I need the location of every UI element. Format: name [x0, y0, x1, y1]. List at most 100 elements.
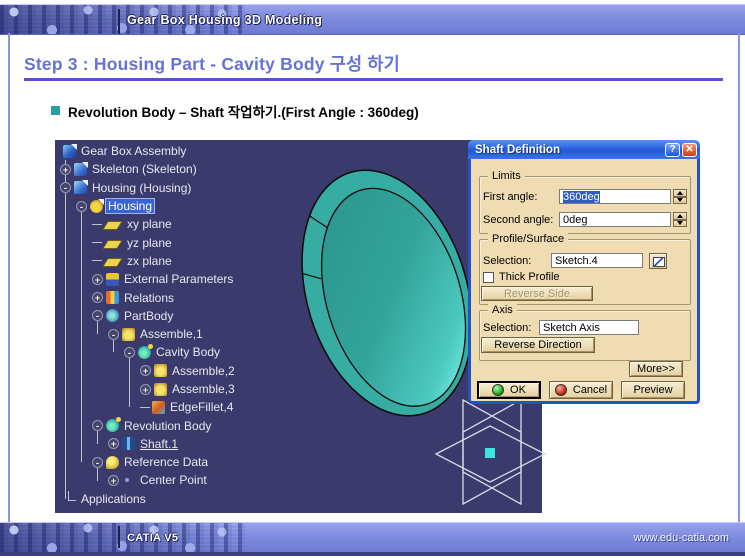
footer-link[interactable]: www.edu-catia.com — [634, 523, 729, 553]
body-icon — [138, 346, 151, 359]
assemble-icon — [122, 328, 135, 341]
axis-selection-label: Selection: — [483, 322, 531, 334]
assemble-icon — [154, 364, 167, 377]
tree-item-label: Revolution Body — [122, 419, 213, 433]
cancel-icon — [555, 384, 567, 396]
thick-profile-checkbox[interactable] — [483, 272, 494, 283]
collapse-icon[interactable]: - — [108, 329, 119, 340]
tree-item-revolution-body[interactable]: - Revolution Body — [59, 416, 542, 434]
second-angle-spinner[interactable] — [673, 212, 687, 227]
tree-item-label: External Parameters — [122, 272, 235, 286]
collapse-icon[interactable]: - — [76, 201, 87, 212]
tree-item-label: Applications — [79, 492, 148, 506]
reference-icon — [106, 456, 119, 469]
step-title: Step 3 : Housing Part - Cavity Body 구성 하… — [24, 51, 400, 76]
collapse-icon[interactable]: - — [92, 310, 103, 321]
expand-icon[interactable]: + — [140, 365, 151, 376]
plane-icon — [102, 240, 123, 249]
help-icon[interactable]: ? — [665, 143, 680, 157]
axis-group: Axis — [479, 310, 691, 361]
tree-item-label: Reference Data — [122, 455, 210, 469]
expand-icon[interactable]: + — [92, 292, 103, 303]
tree-item-label: yz plane — [125, 236, 174, 250]
shaft-definition-dialog: Shaft Definition ? ✕ Limits First angle:… — [468, 140, 700, 404]
footer-left-text: CATIA V5 — [127, 523, 178, 553]
collapse-icon[interactable]: - — [60, 182, 71, 193]
bottom-strip — [0, 552, 745, 556]
tree-item-label: PartBody — [122, 309, 175, 323]
tree-item-shaft-1[interactable]: + Shaft.1 — [59, 435, 542, 453]
assembly-icon — [63, 145, 76, 158]
reverse-side-button: Reverse Side — [481, 286, 593, 301]
tree-item-label: Housing (Housing) — [90, 181, 193, 195]
sketch-icon[interactable] — [649, 253, 667, 269]
left-frame-line — [8, 33, 10, 522]
header-separator — [118, 9, 120, 34]
expand-icon[interactable]: + — [108, 438, 119, 449]
expand-icon[interactable]: + — [92, 274, 103, 285]
cancel-button[interactable]: Cancel — [549, 381, 613, 399]
preview-button[interactable]: Preview — [621, 381, 685, 399]
bullet-text: Revolution Body – Shaft 작업하기.(First Angl… — [68, 101, 419, 121]
tree-item-label: Gear Box Assembly — [79, 144, 188, 158]
tree-item-label: EdgeFillet,4 — [168, 400, 235, 414]
collapse-icon[interactable]: - — [124, 347, 135, 358]
relations-icon — [106, 291, 119, 304]
ok-icon — [492, 384, 504, 396]
collapse-icon[interactable]: - — [92, 420, 103, 431]
tree-item-label: Center Point — [138, 473, 209, 487]
header-band: Gear Box Housing 3D Modeling — [0, 4, 745, 35]
axis-selection-input[interactable]: Sketch Axis — [539, 320, 639, 335]
tree-item-label: Assemble,1 — [138, 327, 205, 341]
tree-item-label-selected: Housing — [106, 199, 154, 213]
collapse-icon[interactable]: - — [92, 457, 103, 468]
tree-connector — [92, 224, 102, 225]
expand-icon[interactable]: + — [108, 475, 119, 486]
profile-selection-input[interactable]: Sketch.4 — [551, 253, 643, 268]
expand-icon[interactable]: + — [140, 384, 151, 395]
ok-button[interactable]: OK — [477, 381, 541, 399]
tree-item-applications[interactable]: Applications — [59, 490, 542, 508]
tree-connector — [68, 491, 76, 501]
assemble-icon — [154, 383, 167, 396]
tree-item-center-point[interactable]: + Center Point — [59, 471, 542, 489]
first-angle-spinner[interactable] — [673, 189, 687, 204]
slide: Gear Box Housing 3D Modeling Step 3 : Ho… — [0, 0, 745, 558]
part-icon — [74, 163, 87, 176]
tree-item-label: Cavity Body — [154, 345, 222, 359]
tree-item-label: Assemble,3 — [170, 382, 237, 396]
dialog-title: Shaft Definition — [475, 144, 663, 156]
second-angle-input[interactable]: 0deg — [559, 212, 671, 227]
footer-separator — [118, 526, 120, 548]
expand-icon[interactable]: + — [60, 164, 71, 175]
more-button[interactable]: More>> — [629, 361, 683, 377]
bullet-row: Revolution Body – Shaft 작업하기.(First Angl… — [51, 101, 419, 121]
tree-item-label: Assemble,2 — [170, 364, 237, 378]
header-title: Gear Box Housing 3D Modeling — [127, 5, 322, 34]
bullet-icon — [51, 106, 60, 115]
part-icon — [74, 181, 87, 194]
tree-item-label-current: Shaft.1 — [138, 437, 180, 451]
second-angle-label: Second angle: — [483, 214, 553, 226]
parameters-icon — [106, 273, 119, 286]
limits-group-label: Limits — [488, 170, 525, 182]
gear-doc-icon — [90, 200, 103, 213]
tree-item-reference-data[interactable]: - Reference Data — [59, 453, 542, 471]
dialog-titlebar[interactable]: Shaft Definition ? ✕ — [468, 140, 700, 159]
plane-icon — [102, 221, 123, 230]
plane-icon — [102, 258, 123, 267]
point-icon — [125, 478, 129, 482]
reverse-direction-button[interactable]: Reverse Direction — [481, 337, 595, 353]
tree-item-label: Skeleton (Skeleton) — [90, 162, 199, 176]
right-frame-line — [738, 33, 740, 522]
first-angle-input[interactable]: 360deg — [559, 189, 671, 204]
dialog-body: Limits First angle: 360deg Second angle:… — [471, 159, 697, 401]
footer-band: CATIA V5 www.edu-catia.com — [0, 522, 745, 553]
axis-selection-value: Sketch Axis — [543, 322, 600, 334]
fillet-icon — [152, 401, 165, 414]
axis-group-label: Axis — [488, 304, 517, 316]
close-icon[interactable]: ✕ — [682, 143, 697, 157]
tree-item-label: Relations — [122, 291, 176, 305]
profile-surface-group-label: Profile/Surface — [488, 233, 568, 245]
shaft-icon — [122, 437, 135, 450]
